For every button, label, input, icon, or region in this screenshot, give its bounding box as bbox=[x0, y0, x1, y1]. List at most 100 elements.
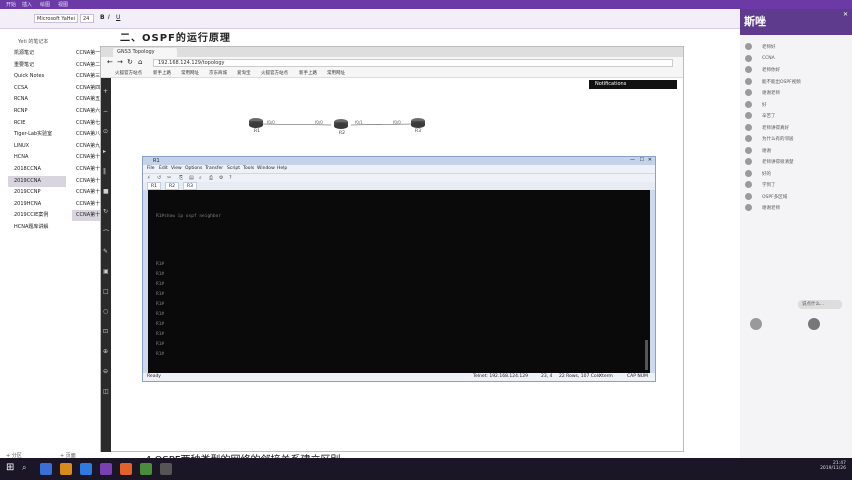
securecrt-icon[interactable] bbox=[140, 463, 152, 475]
close-icon[interactable]: ✕ bbox=[843, 11, 848, 18]
forward-icon[interactable]: → bbox=[117, 58, 123, 66]
ribbon-tab-insert[interactable]: 插入 bbox=[22, 1, 32, 8]
notebook-item[interactable]: 2018CCNA bbox=[8, 164, 66, 175]
onenote-icon[interactable] bbox=[100, 463, 112, 475]
section-page-item[interactable]: CCNA第十 bbox=[72, 164, 102, 175]
section-page-item[interactable]: CCNA第十 bbox=[72, 199, 102, 210]
screenshot-icon[interactable]: ◫ bbox=[103, 388, 109, 395]
menu-view[interactable]: View bbox=[171, 165, 182, 173]
ribbon-tab-draw[interactable]: 绘图 bbox=[40, 1, 50, 8]
reload-icon[interactable]: ↻ bbox=[103, 208, 108, 215]
address-bar[interactable]: 192.168.124.129/topology bbox=[153, 59, 673, 67]
router-icon[interactable] bbox=[334, 119, 348, 129]
help-icon[interactable]: ? bbox=[229, 175, 232, 181]
menu-file[interactable]: File bbox=[147, 165, 155, 173]
font-name-box[interactable]: Microsoft YaHei bbox=[34, 14, 78, 23]
disconnect-icon[interactable]: ✂ bbox=[167, 175, 171, 181]
minimize-icon[interactable]: — bbox=[630, 157, 635, 163]
section-page-item[interactable]: CCNA第十 bbox=[72, 176, 102, 187]
session-tab-r2[interactable]: R2 bbox=[165, 182, 179, 190]
add-icon[interactable]: + bbox=[103, 88, 108, 95]
notebook-item[interactable]: Tiger-Lab实验室 bbox=[8, 129, 66, 140]
notebook-item[interactable]: RCNP bbox=[8, 106, 66, 117]
select-icon[interactable]: ⊙ bbox=[103, 128, 108, 135]
reload-icon[interactable]: ↻ bbox=[127, 58, 133, 66]
notebook-item[interactable]: RCNA bbox=[8, 94, 66, 105]
session-tab-r1[interactable]: R1 bbox=[147, 182, 161, 190]
italic-icon[interactable]: I bbox=[108, 14, 110, 21]
section-page-item[interactable]: CCNA第九 bbox=[72, 141, 102, 152]
underline-icon[interactable]: U bbox=[116, 14, 120, 21]
browser-tab[interactable]: GNS3 Topology bbox=[113, 48, 177, 57]
section-page-item[interactable]: CCNA第五 bbox=[72, 94, 102, 105]
image-icon[interactable]: ▣ bbox=[103, 268, 109, 275]
close-icon[interactable]: ✕ bbox=[648, 157, 652, 163]
notebook-item[interactable]: RCIE bbox=[8, 118, 66, 129]
bookmark-item[interactable]: 常用网址 bbox=[327, 70, 345, 76]
search-icon[interactable]: ⌕ bbox=[22, 463, 26, 473]
notebook-item[interactable]: HCNA题库讲解 bbox=[8, 222, 66, 233]
notebook-name[interactable]: Yeti 的笔记本 bbox=[18, 38, 48, 45]
section-page-item[interactable]: CCNA第六 bbox=[72, 106, 102, 117]
back-icon[interactable]: ← bbox=[107, 58, 113, 66]
menu-edit[interactable]: Edit bbox=[159, 165, 168, 173]
section-page-item[interactable]: CCNA第七 bbox=[72, 118, 102, 129]
taskview-icon[interactable] bbox=[40, 463, 52, 475]
zoom-out-icon[interactable]: ⊖ bbox=[103, 368, 108, 375]
zoom-in-icon[interactable]: ⊕ bbox=[103, 348, 108, 355]
edge-icon[interactable] bbox=[80, 463, 92, 475]
bookmark-item[interactable]: 爱淘宝 bbox=[237, 70, 251, 76]
pause-icon[interactable]: ‖ bbox=[103, 168, 106, 175]
app-icon[interactable] bbox=[160, 463, 172, 475]
notebook-item[interactable]: 2019CCNP bbox=[8, 187, 66, 198]
session-tab-r3[interactable]: R3 bbox=[183, 182, 197, 190]
reconnect-icon[interactable]: ↺ bbox=[157, 175, 161, 181]
settings-icon[interactable]: ⚙ bbox=[219, 175, 223, 181]
notebook-item[interactable]: CCSA bbox=[8, 83, 66, 94]
notebook-item[interactable]: 2019CCIE案例 bbox=[8, 210, 66, 221]
ellipse-icon[interactable]: ○ bbox=[103, 308, 108, 315]
bookmark-item[interactable]: 火狐官方站点 bbox=[115, 70, 142, 76]
section-page-item[interactable]: CCNA第二 bbox=[72, 60, 102, 71]
notebook-item[interactable]: 凯源笔记 bbox=[8, 48, 66, 59]
paste-icon[interactable]: ▤ bbox=[189, 175, 194, 181]
router-icon[interactable] bbox=[411, 118, 425, 128]
system-clock[interactable]: 21:47 2019/11/26 bbox=[820, 461, 846, 471]
bookmark-item[interactable]: 常用网址 bbox=[181, 70, 199, 76]
copy-icon[interactable]: ⎘ bbox=[179, 175, 183, 181]
play-icon[interactable]: ▸ bbox=[103, 148, 106, 155]
section-page-item[interactable]: CCNA第十 bbox=[72, 152, 102, 163]
notebook-item[interactable]: LINUX bbox=[8, 141, 66, 152]
maximize-icon[interactable]: ☐ bbox=[640, 157, 644, 163]
ribbon-tab-view[interactable]: 视图 bbox=[58, 1, 68, 8]
section-page-item[interactable]: CCNA第八 bbox=[72, 129, 102, 140]
ribbon-tab-start[interactable]: 开始 bbox=[6, 1, 16, 8]
section-page-item[interactable]: CCNA第十 bbox=[72, 210, 102, 222]
menu-help[interactable]: Help bbox=[277, 165, 287, 173]
bookmark-item[interactable]: 火狐官方站点 bbox=[261, 70, 288, 76]
notebook-item[interactable]: 重要笔记 bbox=[8, 60, 66, 71]
firefox-icon[interactable] bbox=[120, 463, 132, 475]
bold-icon[interactable]: B bbox=[100, 14, 105, 21]
bookmark-item[interactable]: 京东商城 bbox=[209, 70, 227, 76]
notifications-button[interactable]: Notifications bbox=[589, 80, 677, 89]
menu-options[interactable]: Options bbox=[185, 165, 202, 173]
print-icon[interactable]: ⎙ bbox=[209, 175, 213, 181]
menu-tools[interactable]: Tools bbox=[243, 165, 254, 173]
chat-input[interactable]: 说点什么... bbox=[798, 300, 842, 309]
notebook-item[interactable]: HCNA bbox=[8, 152, 66, 163]
rect-icon[interactable]: □ bbox=[103, 288, 109, 295]
menu-transfer[interactable]: Transfer bbox=[205, 165, 223, 173]
notebook-item[interactable]: Quick Notes bbox=[8, 71, 66, 82]
menu-script[interactable]: Script bbox=[227, 165, 240, 173]
explorer-icon[interactable] bbox=[60, 463, 72, 475]
connect-icon[interactable]: ⚡ bbox=[147, 175, 151, 181]
notebook-item[interactable]: 2019CCNA bbox=[8, 175, 66, 187]
font-size-box[interactable]: 24 bbox=[80, 14, 94, 23]
windows-start-icon[interactable]: ⊞ bbox=[6, 462, 14, 473]
section-page-item[interactable]: CCNA第十 bbox=[72, 187, 102, 198]
minus-icon[interactable]: − bbox=[103, 108, 108, 115]
router-icon[interactable] bbox=[249, 118, 263, 128]
home-icon[interactable]: ⌂ bbox=[138, 58, 142, 66]
stop-icon[interactable]: ■ bbox=[103, 188, 109, 195]
